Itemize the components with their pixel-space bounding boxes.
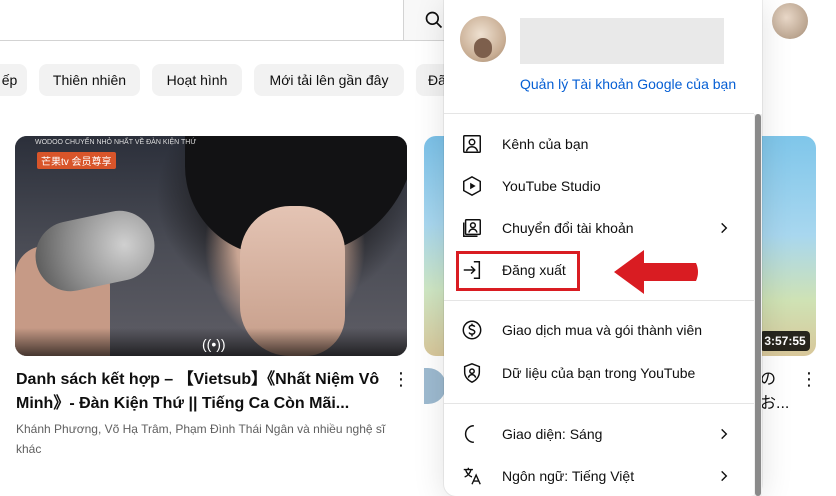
shield-person-icon	[460, 361, 484, 385]
menu-item-switch-account[interactable]: Chuyển đổi tài khoản	[444, 208, 754, 248]
channel-logo-badge: 芒果tv 会员尊享	[37, 152, 116, 169]
scrollbar-thumb[interactable]	[755, 114, 761, 496]
translate-icon	[460, 464, 484, 488]
menu-item-label: Chuyển đổi tài khoản	[502, 220, 634, 236]
search-input[interactable]	[0, 0, 404, 41]
dollar-icon	[460, 318, 484, 342]
menu-item-your-data[interactable]: Dữ liệu của bạn trong YouTube	[444, 353, 754, 393]
menu-item-label: Giao dịch mua và gói thành viên	[502, 322, 703, 338]
divider	[444, 300, 754, 301]
menu-item-language[interactable]: Ngôn ngữ: Tiếng Việt	[444, 456, 754, 496]
chevron-right-icon	[714, 424, 734, 444]
menu-item-appearance[interactable]: Giao diện: Sáng	[444, 414, 754, 454]
manage-google-account-link[interactable]: Quản lý Tài khoản Google của bạn	[520, 76, 736, 92]
more-options-icon[interactable]: ⋮	[392, 370, 410, 390]
menu-item-label: YouTube Studio	[502, 178, 601, 194]
account-name-redacted	[520, 18, 724, 64]
menu-item-label: Dữ liệu của bạn trong YouTube	[502, 365, 696, 381]
channel-avatar[interactable]	[424, 368, 446, 404]
chip[interactable]: ếp	[0, 64, 27, 96]
divider	[444, 113, 754, 114]
chevron-right-icon	[714, 466, 734, 486]
menu-item-purchases-memberships[interactable]: Giao dịch mua và gói thành viên	[444, 310, 754, 350]
moon-icon	[460, 422, 484, 446]
menu-item-label: Kênh của bạn	[502, 136, 589, 152]
more-options-icon[interactable]: ⋮	[800, 370, 818, 388]
video-thumbnail[interactable]: WODOO CHUYỂN NHỎ NHẤT VỀ ĐÀN KIỆN THỨ 芒果…	[15, 136, 407, 356]
playlist-mix-icon: ((•))	[202, 336, 226, 352]
sign-out-highlight-box	[456, 251, 580, 291]
menu-item-label: Giao diện: Sáng	[502, 426, 603, 442]
account-menu: Quản lý Tài khoản Google của bạn Kênh củ…	[444, 0, 762, 496]
chip[interactable]: Hoạt hình	[152, 64, 242, 96]
account-avatar-button[interactable]	[772, 3, 808, 39]
menu-item-your-channel[interactable]: Kênh của bạn	[444, 124, 754, 164]
video-channel-names[interactable]: Khánh Phương, Võ Hạ Trâm, Phạm Đình Thái…	[16, 419, 386, 459]
category-chips: ếp Thiên nhiên Hoạt hình Mới tải lên gần…	[0, 64, 460, 96]
red-arrow-icon	[614, 250, 698, 294]
person-box-icon	[460, 132, 484, 156]
studio-icon	[460, 174, 484, 198]
switch-account-icon	[460, 216, 484, 240]
menu-item-label: Ngôn ngữ: Tiếng Việt	[502, 468, 635, 484]
menu-item-youtube-studio[interactable]: YouTube Studio	[444, 166, 754, 206]
search-icon	[425, 11, 443, 29]
video-title[interactable]: の お...	[760, 368, 800, 416]
video-thumbnail[interactable]	[760, 136, 816, 356]
menu-avatar	[460, 16, 506, 62]
chip[interactable]: Thiên nhiên	[39, 64, 140, 96]
video-title[interactable]: Danh sách kết hợp – 【Vietsub】《Nhất Niệm …	[16, 368, 386, 416]
menu-scrollbar[interactable]	[754, 114, 762, 496]
chevron-right-icon	[714, 218, 734, 238]
chip[interactable]: Mới tải lên gần đây	[254, 64, 404, 96]
thumbnail-caption: WODOO CHUYỂN NHỎ NHẤT VỀ ĐÀN KIỆN THỨ	[35, 139, 197, 146]
video-duration-badge: 3:57:55	[760, 331, 810, 351]
divider	[444, 403, 754, 404]
